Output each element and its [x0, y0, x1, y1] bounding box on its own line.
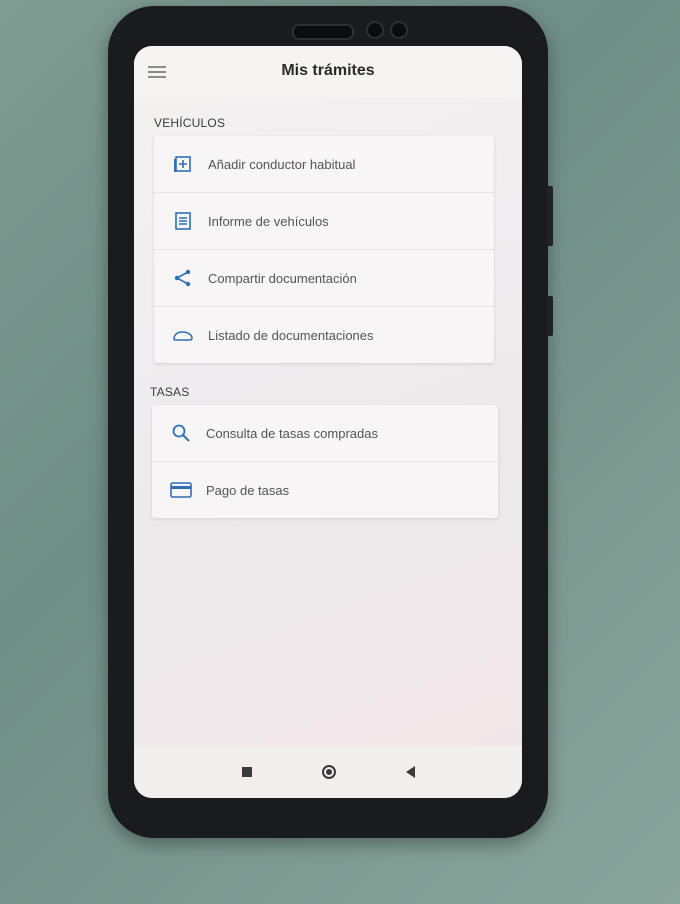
back-button-icon[interactable] [405, 766, 415, 778]
credit-card-icon [170, 479, 192, 501]
add-box-icon [172, 153, 194, 175]
home-button-icon[interactable] [321, 765, 336, 779]
sensor [390, 21, 408, 39]
front-camera [366, 21, 384, 39]
app-bar: Mis trámites [134, 46, 522, 98]
phone-device: Mis trámites VEHÍCULOS Añadir conductor … [108, 6, 553, 838]
power-button [547, 296, 553, 336]
list-item-compartir-documentacion[interactable]: Compartir documentación [154, 250, 494, 307]
document-icon [172, 210, 194, 232]
item-label: Pago de tasas [206, 482, 290, 498]
list-item-anadir-conductor[interactable]: Añadir conductor habitual [154, 136, 494, 193]
tasas-card: Consulta de tasas compradas Pago de tasa… [152, 405, 498, 518]
volume-button [547, 186, 553, 246]
item-label: Consulta de tasas compradas [206, 425, 378, 441]
item-label: Compartir documentación [208, 270, 357, 286]
list-item-listado-documentaciones[interactable]: Listado de documentaciones [154, 307, 494, 363]
search-icon [170, 422, 192, 444]
system-nav-bar [134, 746, 522, 798]
list-item-consulta-tasas[interactable]: Consulta de tasas compradas [152, 405, 498, 462]
item-label: Listado de documentaciones [208, 327, 374, 343]
list-item-pago-tasas[interactable]: Pago de tasas [152, 462, 498, 518]
earpiece-speaker [292, 24, 354, 40]
page-title: Mis trámites [281, 62, 375, 79]
section-label-vehiculos: VEHÍCULOS [154, 116, 226, 130]
item-label: Añadir conductor habitual [208, 156, 356, 172]
share-icon [172, 267, 194, 289]
item-label: Informe de vehículos [208, 213, 329, 229]
recents-button-icon[interactable] [241, 767, 252, 777]
list-item-informe-vehiculos[interactable]: Informe de vehículos [154, 193, 494, 250]
vehiculos-card: Añadir conductor habitual Informe de veh… [154, 136, 494, 363]
car-icon [172, 324, 194, 346]
section-label-tasas: TASAS [150, 385, 190, 399]
app-screen: Mis trámites VEHÍCULOS Añadir conductor … [134, 46, 522, 798]
